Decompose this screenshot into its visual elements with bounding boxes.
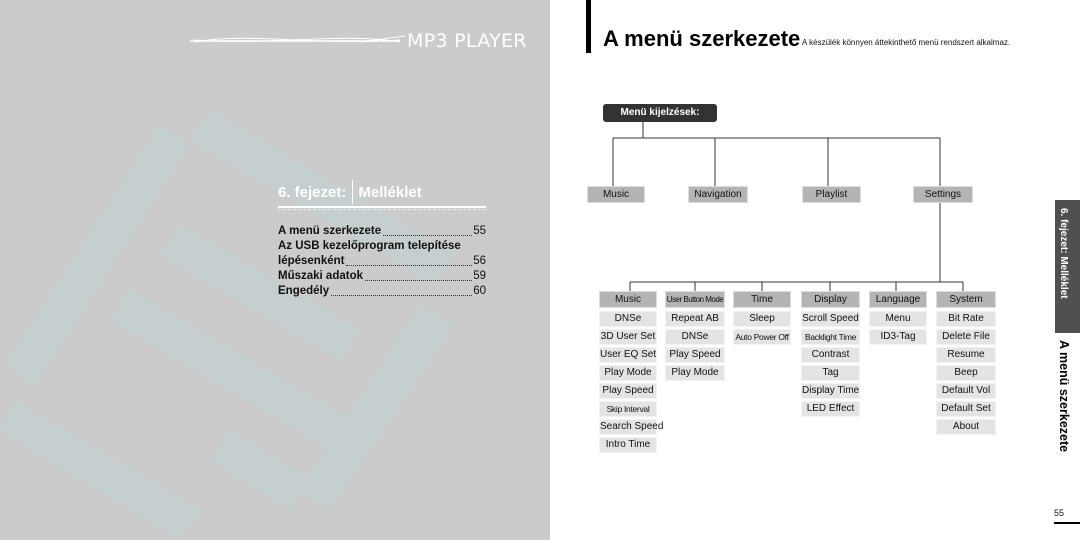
settings-item[interactable]: ID3-Tag (869, 329, 927, 345)
settings-item[interactable]: Repeat AB (665, 311, 725, 327)
settings-item[interactable]: DNSe (665, 329, 725, 345)
settings-item[interactable]: Resume (936, 347, 996, 363)
settings-item[interactable]: Tag (801, 365, 860, 381)
settings-item[interactable]: Default Vol (936, 383, 996, 399)
settings-item[interactable]: Sleep (733, 311, 791, 327)
settings-item[interactable]: Beep (936, 365, 996, 381)
settings-category[interactable]: Display (801, 291, 860, 308)
page-number-rule (1054, 522, 1080, 524)
settings-item[interactable]: Scroll Speed (801, 311, 860, 327)
settings-item[interactable]: About (936, 419, 996, 435)
settings-item[interactable]: LED Effect (801, 401, 860, 417)
settings-item[interactable]: 3D User Set (599, 329, 657, 345)
settings-item[interactable]: Skip Interval (599, 401, 657, 417)
settings-item[interactable]: Display Time (801, 383, 860, 399)
settings-item[interactable]: DNSe (599, 311, 657, 327)
settings-category[interactable]: Language (869, 291, 927, 308)
settings-item[interactable]: Bit Rate (936, 311, 996, 327)
tree-connectors (612, 122, 964, 291)
chapter-side-tab: 6. fejezet: Melléklet (1055, 200, 1080, 333)
settings-category[interactable]: User Button Mode (665, 291, 725, 308)
settings-item[interactable]: Play Mode (665, 365, 725, 381)
settings-item[interactable]: Auto Power Off (733, 329, 791, 345)
settings-item[interactable]: Play Mode (599, 365, 657, 381)
settings-category[interactable]: Time (733, 291, 791, 308)
settings-item[interactable]: Play Speed (599, 383, 657, 399)
menu-root-node: Menü kijelzések: (603, 104, 717, 122)
menu-node-navigation[interactable]: Navigation (688, 186, 748, 203)
menu-node-playlist[interactable]: Playlist (802, 186, 861, 203)
settings-item[interactable]: Menu (869, 311, 927, 327)
page-number: 55 (1054, 508, 1065, 518)
settings-category[interactable]: Music (599, 291, 657, 308)
settings-item[interactable]: Search Speed (599, 419, 663, 435)
menu-node-music[interactable]: Music (587, 186, 645, 203)
settings-item[interactable]: Backlight Time (801, 329, 860, 345)
settings-item[interactable]: Delete File (936, 329, 996, 345)
settings-item[interactable]: Intro Time (599, 437, 657, 453)
settings-item[interactable]: User EQ Set (599, 347, 657, 363)
settings-category[interactable]: System (936, 291, 996, 308)
menu-node-settings[interactable]: Settings (913, 186, 973, 203)
side-section-title: A menü szerkezete (1057, 340, 1071, 453)
settings-item[interactable]: Default Set (936, 401, 996, 417)
settings-item[interactable]: Play Speed (665, 347, 725, 363)
settings-item[interactable]: Contrast (801, 347, 860, 363)
